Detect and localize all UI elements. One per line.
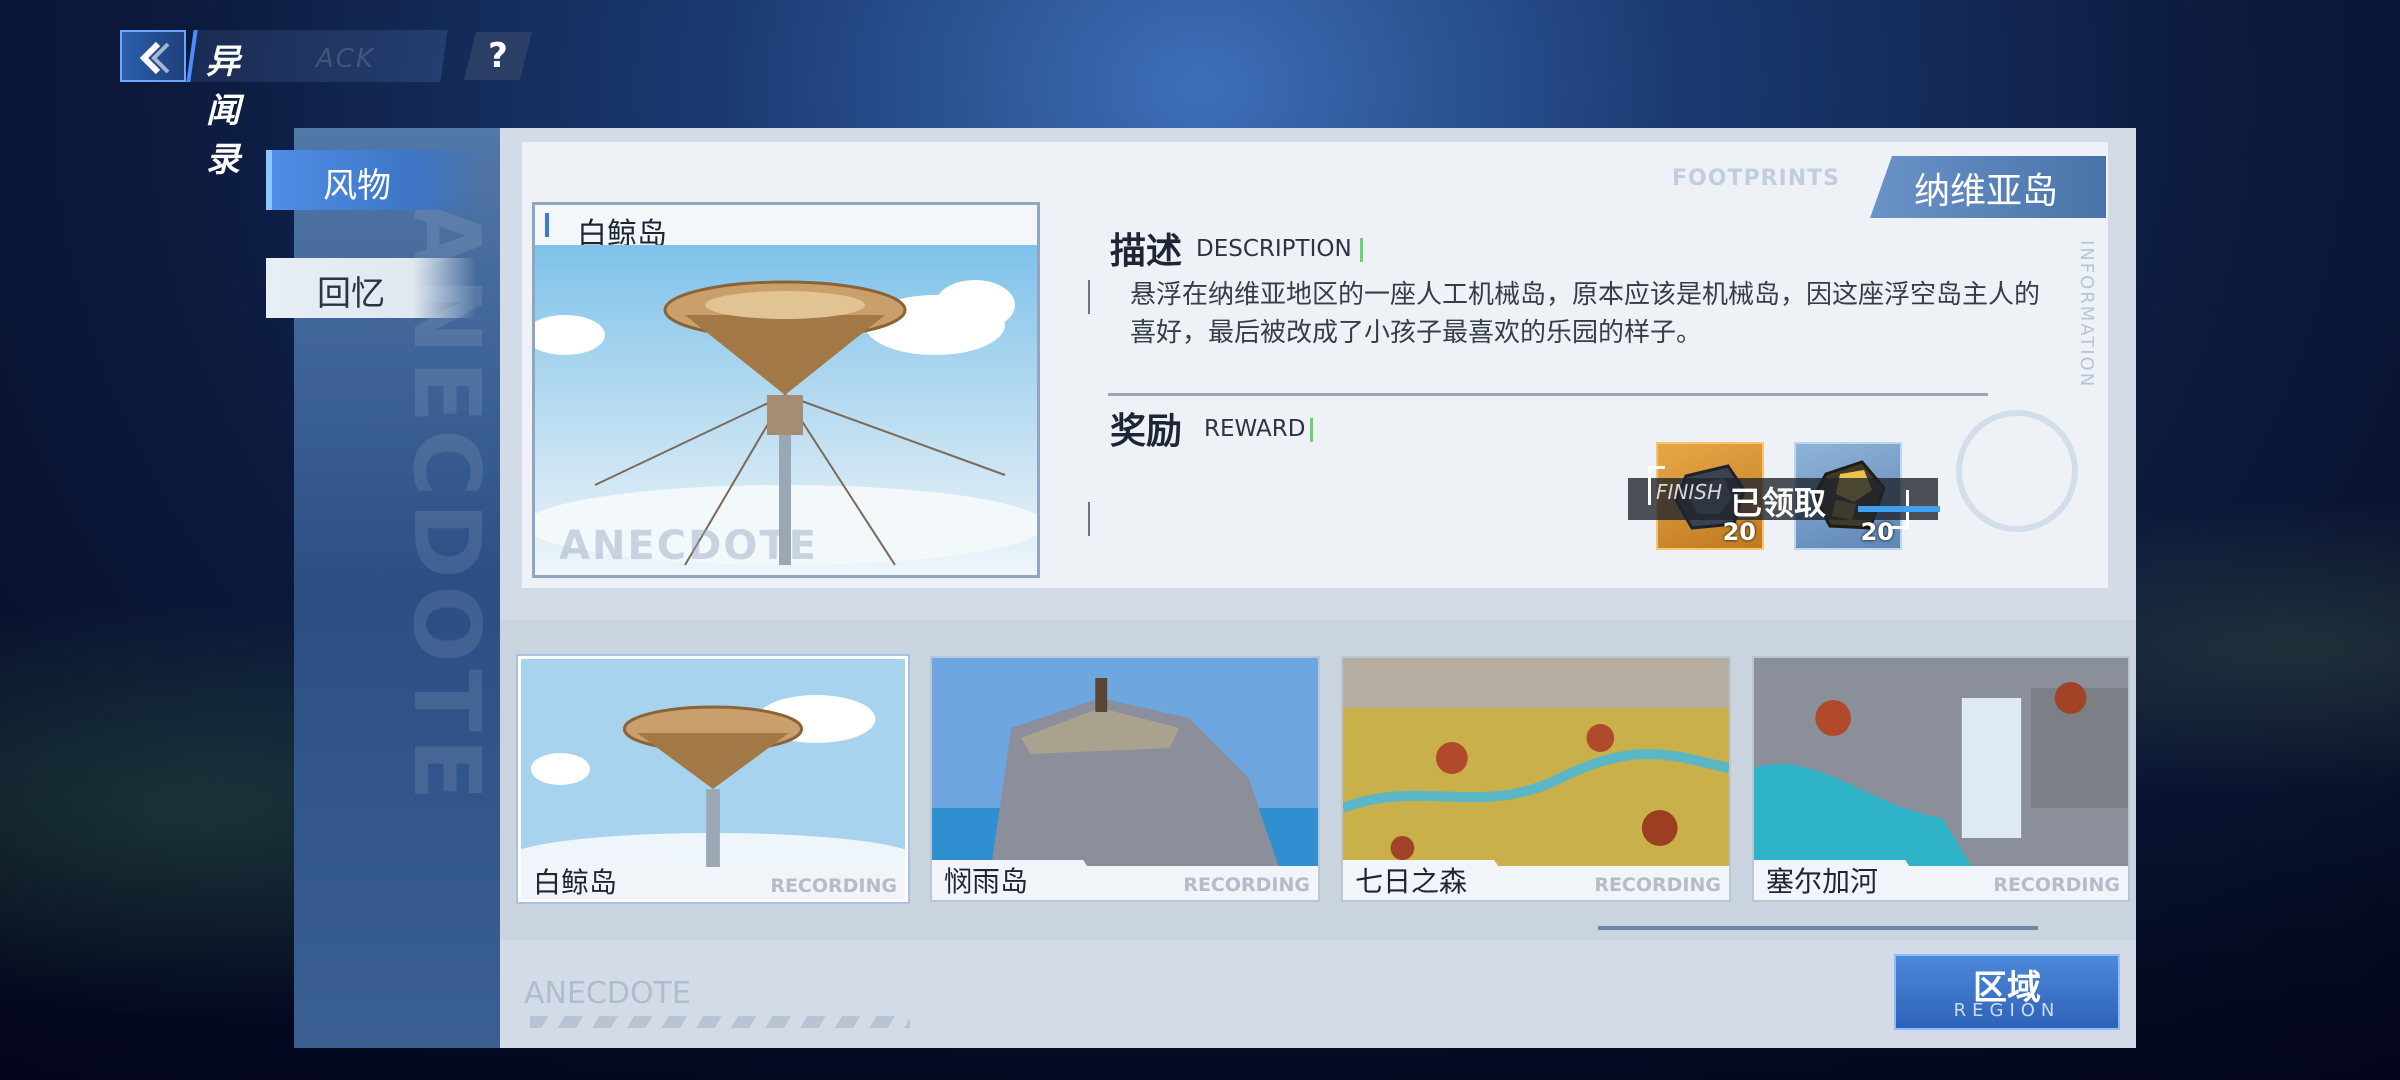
region-tag: 纳维亚岛 <box>1870 156 2106 218</box>
thumbnail-tag: RECORDING <box>1183 874 1310 896</box>
reward-accent <box>1310 418 1313 442</box>
thumbnail-label: 塞尔加河 <box>1766 865 1879 898</box>
thumbnail-label: 七日之森 <box>1355 865 1468 898</box>
finish-label: FINISH <box>1656 480 1722 504</box>
sidebar-item-fengwu[interactable]: 风物 <box>266 150 482 210</box>
help-button[interactable]: ? <box>464 32 532 80</box>
featured-image-card: 白鲸岛 ANECDOTE <box>532 202 1040 578</box>
help-icon: ? <box>488 36 508 76</box>
claimed-accent <box>1858 506 1940 512</box>
footer-watermark: ANECDOTE <box>524 976 691 1011</box>
thumbnail-tag: RECORDING <box>1594 874 1721 896</box>
back-button[interactable] <box>120 30 186 82</box>
featured-watermark: ANECDOTE <box>559 523 818 569</box>
thumbnail-scrollbar[interactable] <box>1598 926 2038 930</box>
title-ghost-text: ACK <box>316 44 375 74</box>
thumbnail-image <box>1343 658 1729 866</box>
page-title: 异闻录 <box>206 42 240 180</box>
chevron-left-icon <box>139 41 170 75</box>
thumbnail-qirizhisen[interactable]: 七日之森 RECORDING <box>1341 656 1731 902</box>
thumbnail-image <box>1754 658 2128 866</box>
reward-count: 20 <box>1860 518 1894 546</box>
description-heading: 描述 <box>1110 231 1183 272</box>
region-tag-label: 纳维亚岛 <box>1914 171 2059 212</box>
thumbnail-image <box>932 658 1318 866</box>
claimed-label: 已领取 <box>1730 484 1827 522</box>
accent-bar <box>545 213 549 237</box>
featured-header: 白鲸岛 <box>535 205 1037 252</box>
stamp-decor <box>1956 410 2078 532</box>
information-decor: INFORMATION <box>2076 240 2097 389</box>
thumbnail-saierjiahe[interactable]: 塞尔加河 RECORDING <box>1752 656 2130 902</box>
section-divider <box>1108 393 1988 396</box>
footer-stripes <box>530 1016 910 1028</box>
sidebar-item-huiyi[interactable]: 回忆 <box>266 258 476 318</box>
sidebar-item-label: 回忆 <box>317 274 385 314</box>
reward-line <box>1088 502 1090 536</box>
reward-sub: REWARD <box>1204 416 1306 442</box>
footprints-decor: FOOTPRINTS <box>1672 166 1840 191</box>
reward-heading: 奖励 <box>1110 411 1183 452</box>
thumbnail-label: 白鲸岛 <box>533 866 618 899</box>
region-button-sub: REGION <box>1953 1000 2061 1021</box>
description-text: 悬浮在纳维亚地区的一座人工机械岛，原本应该是机械岛，因这座浮空岛主人的喜好，最后… <box>1130 280 2041 348</box>
thumbnail-image <box>521 659 905 867</box>
region-button[interactable]: 区域 REGION <box>1894 954 2120 1030</box>
description-sub: DESCRIPTION <box>1196 236 1352 262</box>
sidebar-item-label: 风物 <box>323 166 391 206</box>
description-line <box>1088 280 1090 314</box>
thumbnail-label: 悯雨岛 <box>944 865 1029 898</box>
thumbnail-baijingdao[interactable]: 白鲸岛 RECORDING <box>518 656 908 902</box>
thumbnail-tag: RECORDING <box>1993 874 2120 896</box>
thumbnail-minyudao[interactable]: 悯雨岛 RECORDING <box>930 656 1320 902</box>
description-accent <box>1360 238 1363 262</box>
thumbnail-tag: RECORDING <box>770 875 897 897</box>
